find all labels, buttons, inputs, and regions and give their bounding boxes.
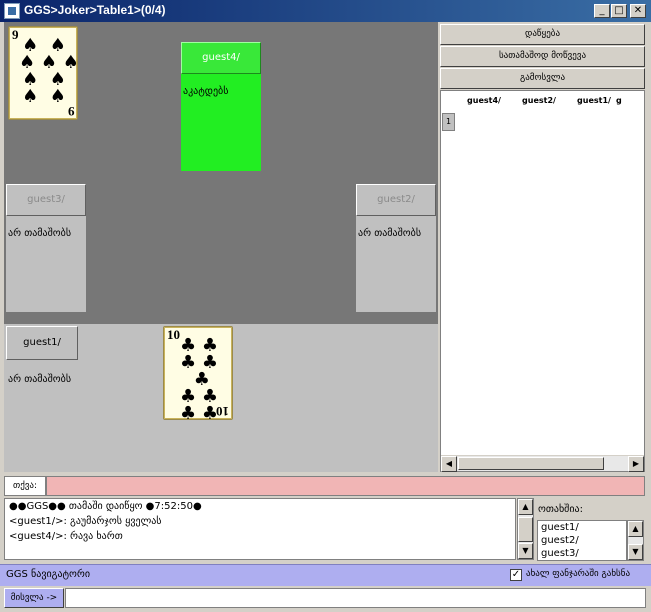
chat-line: <guest1/>: გაუმარჯოს ყველას <box>9 516 162 527</box>
seat-right-status: არ თამაშობს <box>356 216 436 312</box>
seat-bottom-button[interactable]: guest1/ <box>6 326 78 360</box>
scroll-right-icon[interactable]: ▶ <box>628 456 644 472</box>
invite-button[interactable]: სათამაშოდ მოწვევა <box>440 46 645 67</box>
new-window-checkbox[interactable]: ✓ <box>510 569 522 581</box>
seat-bottom-status: არ თამაშობს <box>8 374 72 385</box>
score-horizontal-scrollbar[interactable]: ◀ ▶ <box>441 455 644 472</box>
club-pips: ♣ ♣ ♣ ♣ ♣ ♣ ♣ ♣ ♣ <box>180 335 218 424</box>
title-bar: GGS>Joker>Table1>(0/4) _ □ ✕ <box>0 0 651 22</box>
players-list: guest1/ guest2/ guest3/ <box>537 520 627 561</box>
score-header-guest2: guest2/ <box>522 96 556 105</box>
app-icon <box>4 3 20 19</box>
scroll-up-icon[interactable]: ▲ <box>518 499 533 515</box>
player-item[interactable]: guest3/ <box>541 547 626 560</box>
navigator-label: GGS ნავიგატორი <box>6 569 91 580</box>
say-label: თქვა: <box>4 476 46 496</box>
scroll-left-icon[interactable]: ◀ <box>441 456 457 472</box>
maximize-button[interactable]: □ <box>611 4 627 18</box>
score-header-truncated: g <box>616 96 622 105</box>
go-button[interactable]: მისვლა -> <box>4 588 64 608</box>
scroll-thumb[interactable] <box>518 517 533 542</box>
chat-line: ●●GGS●● თამაში დაიწყო ●7:52:50● <box>9 501 202 512</box>
card-nine-of-spades[interactable]: 9 ♠ ♠ ♠ ♠ ♠ ♠ ♠ ♠ ♠ 9 <box>8 26 79 120</box>
new-window-label: ახალ ფანჯარაში გახსნა <box>526 569 631 579</box>
close-button[interactable]: ✕ <box>630 4 646 18</box>
start-button[interactable]: დაწყება <box>440 24 645 45</box>
card-rank-inverted: 9 <box>67 104 75 119</box>
score-table: guest4/ guest2/ guest1/ g 1 <box>440 90 645 472</box>
exit-button[interactable]: გამოსვლა <box>440 68 645 89</box>
say-input[interactable] <box>46 476 645 496</box>
scroll-thumb[interactable] <box>458 457 604 470</box>
scroll-down-icon[interactable]: ▼ <box>628 544 643 560</box>
scroll-up-icon[interactable]: ▲ <box>628 521 643 537</box>
score-header-guest1: guest1/ <box>577 96 611 105</box>
score-header-guest4: guest4/ <box>467 96 501 105</box>
players-label: ოთახშია: <box>538 504 583 515</box>
seat-right-button[interactable]: guest2/ <box>356 184 436 216</box>
spade-pips: ♠ ♠ ♠ ♠ ♠ ♠ ♠ ♠ ♠ <box>19 35 79 107</box>
game-table: 9 ♠ ♠ ♠ ♠ ♠ ♠ ♠ ♠ ♠ 9 guest4/ აკატდებს gues… <box>4 22 438 472</box>
card-rank-inverted: 10 <box>216 404 229 419</box>
chat-scrollbar[interactable]: ▲ ▼ <box>517 498 534 560</box>
seat-top-button[interactable]: guest4/ <box>181 42 261 74</box>
seat-top-status: აკატდებს <box>181 74 261 171</box>
chat-line: <guest4/>: რავა ხართ <box>9 531 123 542</box>
players-scrollbar[interactable]: ▲ ▼ <box>627 520 644 561</box>
seat-left-status: არ თამაშობს <box>6 216 86 312</box>
seat-left-button[interactable]: guest3/ <box>6 184 86 216</box>
player-item[interactable]: guest2/ <box>541 534 626 547</box>
chat-log: ●●GGS●● თამაში დაიწყო ●7:52:50● <guest1/… <box>4 498 516 560</box>
minimize-button[interactable]: _ <box>594 4 610 18</box>
score-row-number: 1 <box>442 113 455 131</box>
go-input[interactable] <box>65 588 646 608</box>
scroll-down-icon[interactable]: ▼ <box>518 543 533 559</box>
player-item[interactable]: guest1/ <box>541 521 626 534</box>
status-bar: GGS ნავიგატორი ✓ ახალ ფანჯარაში გახსნა <box>0 564 651 586</box>
card-ten-of-clubs[interactable]: 10 ♣ ♣ ♣ ♣ ♣ ♣ ♣ ♣ ♣ 10 <box>163 326 233 424</box>
card-rank: 9 <box>12 27 19 42</box>
window-title: GGS>Joker>Table1>(0/4) <box>24 3 166 17</box>
